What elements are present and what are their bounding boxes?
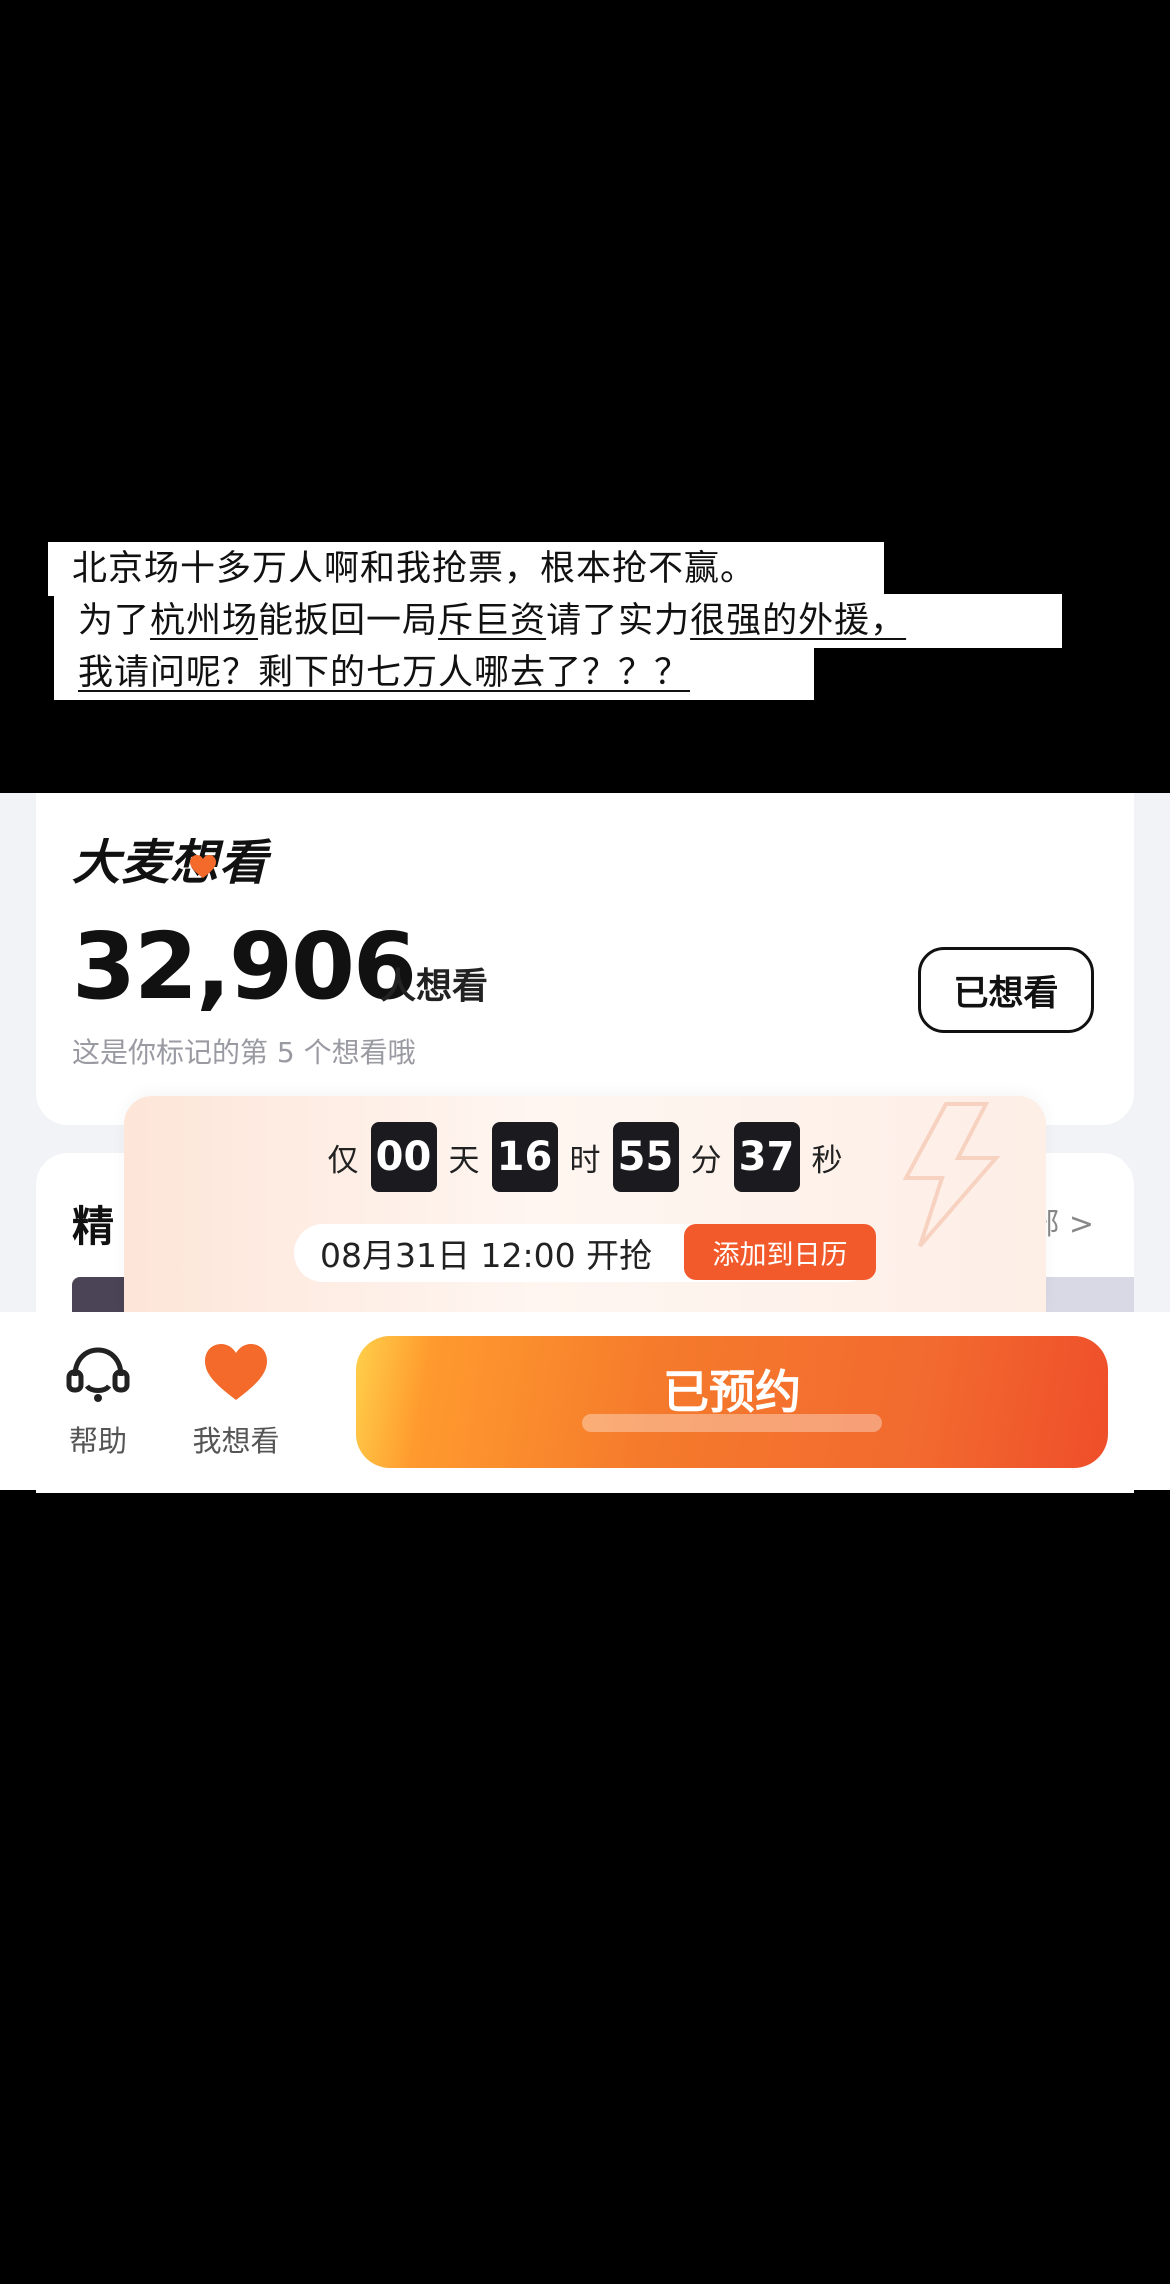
bottom-bar: 帮助 我想看 已预约 xyxy=(0,1312,1170,1490)
countdown-hours-unit: 时 xyxy=(569,1142,601,1179)
countdown-minutes: 55 xyxy=(612,1122,679,1192)
note-segment: 为了 xyxy=(78,601,151,641)
note-segment-underlined: 斥巨资 xyxy=(438,601,547,641)
watched-button[interactable]: 已想看 xyxy=(918,947,1094,1033)
brand-title: 大麦想看 xyxy=(72,835,269,891)
reserved-button-label: 已预约 xyxy=(663,1365,801,1419)
countdown-hours: 16 xyxy=(491,1122,558,1192)
countdown-minutes-unit: 分 xyxy=(690,1142,722,1179)
countdown-days: 00 xyxy=(370,1122,437,1192)
note-segment: 能扳回一局 xyxy=(258,601,439,641)
countdown-seconds: 37 xyxy=(733,1122,800,1192)
note-segment-underlined: 很强的外援， xyxy=(690,601,907,641)
note-line-3: 我请问呢？剩下的七万人哪去了？？？ xyxy=(56,648,812,698)
want-count-suffix: 人想看 xyxy=(380,966,489,1007)
countdown-prefix: 仅 xyxy=(327,1142,359,1179)
countdown-seconds-unit: 秒 xyxy=(811,1142,843,1179)
favorites-nav-item[interactable]: 我想看 xyxy=(176,1342,296,1460)
sale-time: 08月31日 12:00 开抢 xyxy=(320,1236,653,1275)
headset-icon xyxy=(66,1347,130,1402)
note-line-2: 为了杭州场能扳回一局斥巨资请了实力很强的外援， xyxy=(56,596,1060,646)
section-title: 精 xyxy=(72,1202,115,1251)
blurred-subtext xyxy=(356,1414,1108,1440)
want-count: 32,906 xyxy=(72,913,417,1020)
add-to-calendar-button[interactable]: 添加到日历 xyxy=(684,1224,876,1280)
note-line-1: 北京场十多万人啊和我抢票，根本抢不赢。 xyxy=(50,544,882,594)
want-subtitle: 这是你标记的第 5 个想看哦 xyxy=(72,1036,416,1069)
want-card: 大麦想看 32,906 人想看 这是你标记的第 5 个想看哦 已想看 xyxy=(36,793,1134,1125)
sale-time-row: 08月31日 12:00 开抢 添加到日历 xyxy=(294,1224,876,1282)
help-label: 帮助 xyxy=(68,1424,127,1458)
favorites-label: 我想看 xyxy=(192,1424,280,1458)
countdown-days-unit: 天 xyxy=(448,1142,480,1179)
countdown-panel: 仅 00 天 16 时 55 分 37 秒 08月31日 12:00 开抢 添加… xyxy=(124,1096,1046,1312)
note-segment-underlined: 杭州场 xyxy=(150,601,259,641)
note-segment-underlined: 我请问呢？剩下的七万人哪去了？？？ xyxy=(78,653,691,693)
countdown-timer: 仅 00 天 16 时 55 分 37 秒 xyxy=(124,1122,1046,1192)
note-segment: 请了实力 xyxy=(546,601,691,641)
reserved-button[interactable]: 已预约 xyxy=(356,1336,1108,1468)
heart-icon xyxy=(190,855,216,878)
heart-icon xyxy=(205,1344,267,1400)
help-nav-item[interactable]: 帮助 xyxy=(38,1342,158,1460)
